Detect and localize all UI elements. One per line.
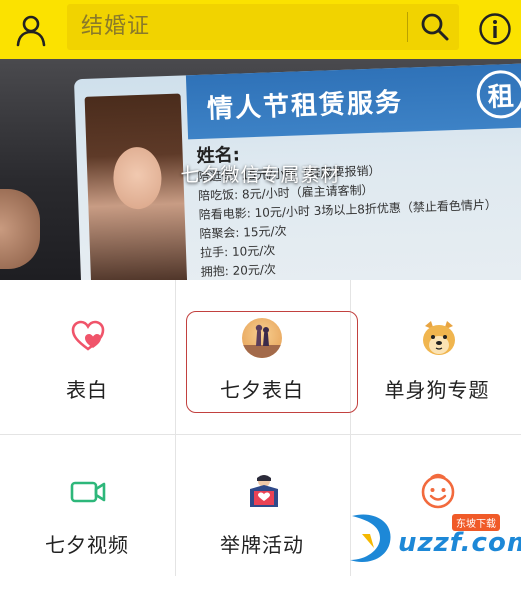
watermark-logo: uzzf.com 东坡下载 <box>344 508 521 570</box>
user-icon[interactable] <box>13 12 49 48</box>
info-icon[interactable] <box>478 12 512 46</box>
grid-item-single-dog[interactable]: 单身狗专题 <box>350 280 521 434</box>
watermark-tag: 东坡下载 <box>452 514 500 531</box>
thumb-shape <box>0 189 40 269</box>
card-badge: 租 <box>475 69 521 120</box>
grid-item-label: 表白 <box>66 378 108 402</box>
video-camera-icon <box>69 473 107 511</box>
watermark-text: uzzf.com <box>398 528 521 558</box>
banner-carousel[interactable]: 情人节租赁服务 租 姓名: 陪逛街: 15元/小时（鞋服要报销） 陪吃饭: 8元… <box>0 59 521 280</box>
search-divider <box>407 12 408 42</box>
grid-item-label: 七夕表白 <box>220 378 304 402</box>
heart-icon <box>69 318 107 356</box>
grid-item-qixi-confession[interactable]: 七夕表白 <box>175 280 358 434</box>
sign-holding-icon <box>244 473 282 511</box>
grid-item-label: 举牌活动 <box>220 533 304 557</box>
grid-item-confession[interactable]: 表白 <box>0 280 174 434</box>
banner-caption: 七夕微信专属素材 <box>180 164 341 186</box>
watermark-swoosh-icon <box>350 514 391 562</box>
search-box[interactable]: 结婚证 <box>67 4 459 50</box>
doge-icon <box>419 318 457 356</box>
card-price-list: 姓名: 陪逛街: 15元/小时（鞋服要报销） 陪吃饭: 8元/小时（雇主请客制）… <box>196 135 521 280</box>
grid-item-label: 单身狗专题 <box>384 378 490 402</box>
card-title: 情人节租赁服务 <box>206 87 404 125</box>
couple-avatar-icon <box>242 318 282 358</box>
smiley-face-icon <box>419 473 457 511</box>
grid-item-sign-activity[interactable]: 举牌活动 <box>175 435 349 589</box>
search-input[interactable]: 结婚证 <box>81 4 150 50</box>
grid-item-qixi-video[interactable]: 七夕视频 <box>0 435 174 589</box>
grid-item-label: 七夕视频 <box>45 533 129 557</box>
top-bar: 结婚证 <box>0 0 521 59</box>
search-icon[interactable] <box>419 11 451 43</box>
card-header-band: 情人节租赁服务 租 <box>185 62 521 140</box>
